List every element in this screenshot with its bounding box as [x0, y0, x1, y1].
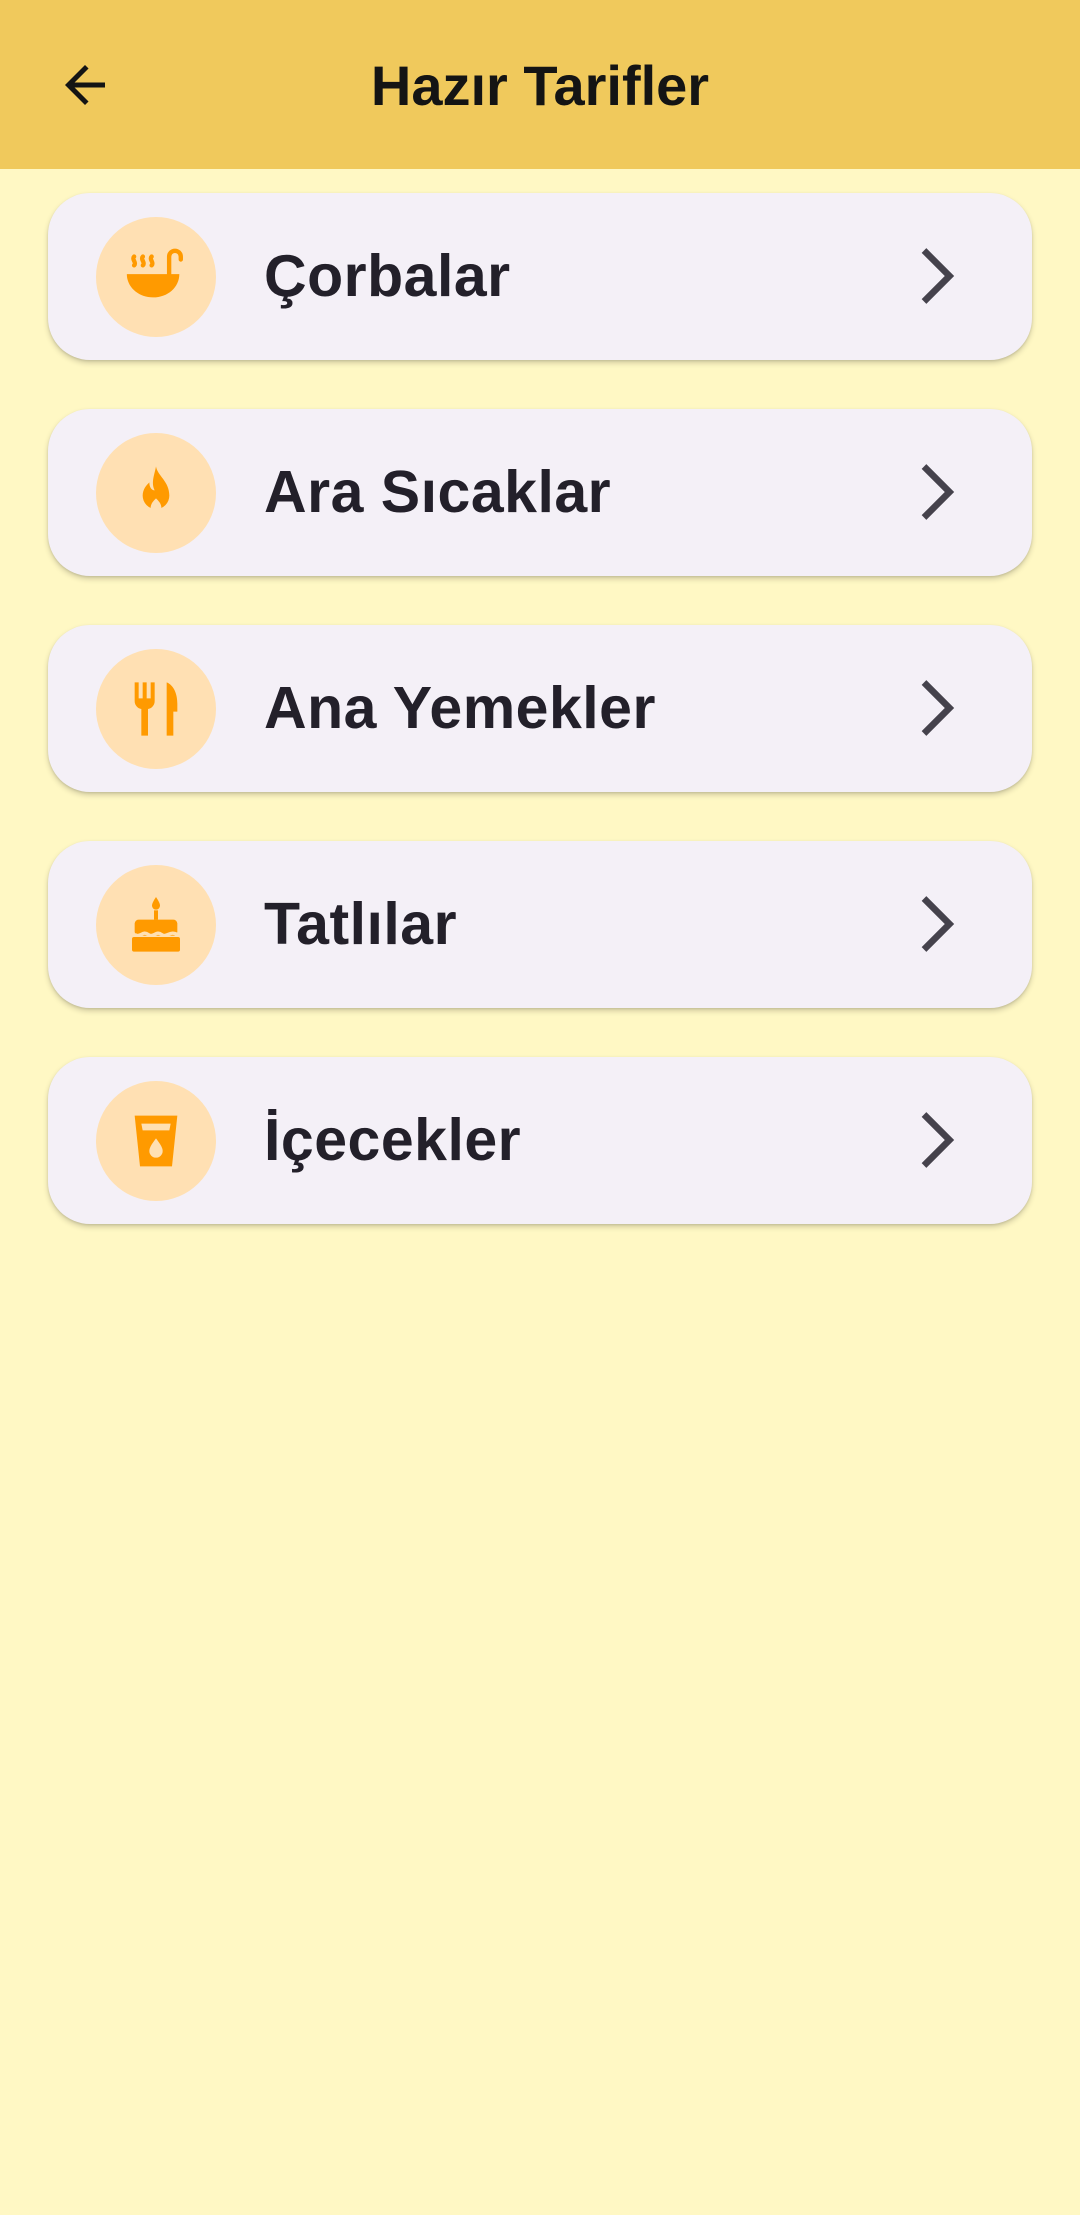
cake-icon [132, 897, 180, 952]
category-label: Çorbalar [264, 243, 511, 309]
fork-knife-icon [134, 682, 178, 736]
category-card-ara-sicaklar[interactable]: Ara Sıcaklar [48, 409, 1032, 576]
category-card-tatlilar[interactable]: Tatlılar [48, 841, 1032, 1008]
chevron-right-icon [921, 464, 955, 520]
category-label: Ana Yemekler [264, 675, 656, 741]
page-title: Hazır Tarifler [370, 54, 710, 117]
fire-icon [142, 466, 170, 513]
app-bar: Hazır Tarifler [0, 0, 1080, 169]
soup-ladle-icon [126, 248, 183, 298]
category-label: İçecekler [264, 1107, 522, 1173]
category-card-ana-yemekler[interactable]: Ana Yemekler [48, 625, 1032, 792]
category-card-icecekler[interactable]: İçecekler [48, 1057, 1032, 1224]
icon-circle [96, 865, 216, 985]
chevron-right-icon [921, 248, 955, 304]
category-label: Tatlılar [264, 891, 458, 957]
chevron-right-icon [921, 680, 955, 736]
chevron-right-icon [921, 1112, 955, 1168]
icon-circle [96, 217, 216, 337]
chevron-right-icon [921, 896, 955, 952]
category-list: Çorbalar Ara Sıcaklar Ana Yemekler Tatlı… [48, 193, 1032, 1273]
category-label: Ara Sıcaklar [264, 459, 612, 525]
icon-circle [96, 1081, 216, 1201]
category-card-corbalar[interactable]: Çorbalar [48, 193, 1032, 360]
icon-circle [96, 433, 216, 553]
drink-glass-icon [134, 1115, 178, 1167]
icon-circle [96, 649, 216, 769]
